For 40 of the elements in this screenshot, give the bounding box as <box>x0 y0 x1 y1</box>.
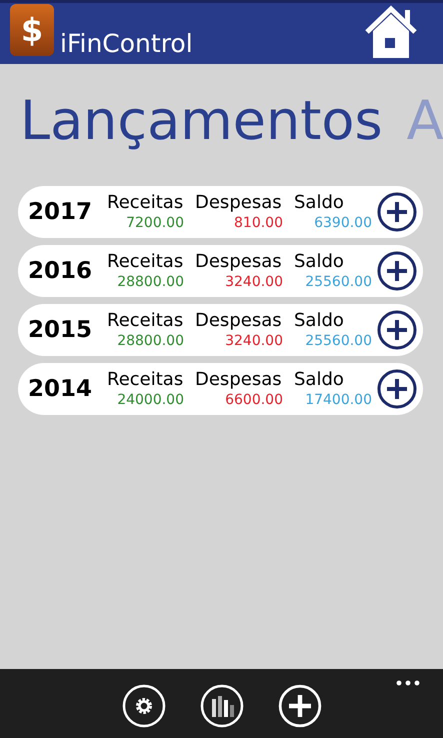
home-icon[interactable] <box>363 4 419 60</box>
column-label: Saldo <box>294 251 345 273</box>
year-label: 2015 <box>28 316 94 345</box>
amount-value: 17400.00 <box>304 391 372 409</box>
amount-value: 25560.00 <box>304 273 372 291</box>
amount-value: 24000.00 <box>116 391 184 409</box>
column-label: Despesas <box>195 369 283 391</box>
amount-value: 28800.00 <box>116 332 184 350</box>
amount-value: 6600.00 <box>224 391 283 409</box>
column-label: Despesas <box>195 310 283 332</box>
add-entry-button[interactable] <box>278 684 322 728</box>
add-button[interactable] <box>377 192 417 232</box>
column-label: Receitas <box>107 251 184 273</box>
chart-button[interactable] <box>200 684 244 728</box>
add-button[interactable] <box>377 369 417 409</box>
year-label: 2014 <box>28 374 94 404</box>
add-button[interactable] <box>377 251 417 291</box>
column-label: Receitas <box>107 369 184 391</box>
amount-value: 3240.00 <box>224 332 283 350</box>
logo-symbol: $ <box>20 14 44 46</box>
app-name: iFinControl <box>60 31 193 56</box>
add-button[interactable] <box>377 310 417 350</box>
amount-value: 810.00 <box>233 214 283 232</box>
column-label: Receitas <box>107 192 184 214</box>
settings-button[interactable] <box>122 684 166 728</box>
year-label: 2017 <box>28 198 94 227</box>
amount-value: 6390.00 <box>313 214 372 232</box>
page-title: Lançamentos <box>20 88 383 154</box>
amount-value: 7200.00 <box>125 214 184 232</box>
column-label: Receitas <box>107 310 184 332</box>
amount-value: 25560.00 <box>304 332 372 350</box>
column-label: Despesas <box>195 251 283 273</box>
year-label: 2016 <box>28 256 94 286</box>
column-label: Saldo <box>294 192 345 214</box>
amount-value: 3240.00 <box>224 273 283 291</box>
more-icon[interactable] <box>396 680 420 686</box>
column-label: Saldo <box>294 310 345 332</box>
column-label: Saldo <box>294 369 345 391</box>
amount-value: 28800.00 <box>116 273 184 291</box>
column-label: Despesas <box>195 192 283 214</box>
